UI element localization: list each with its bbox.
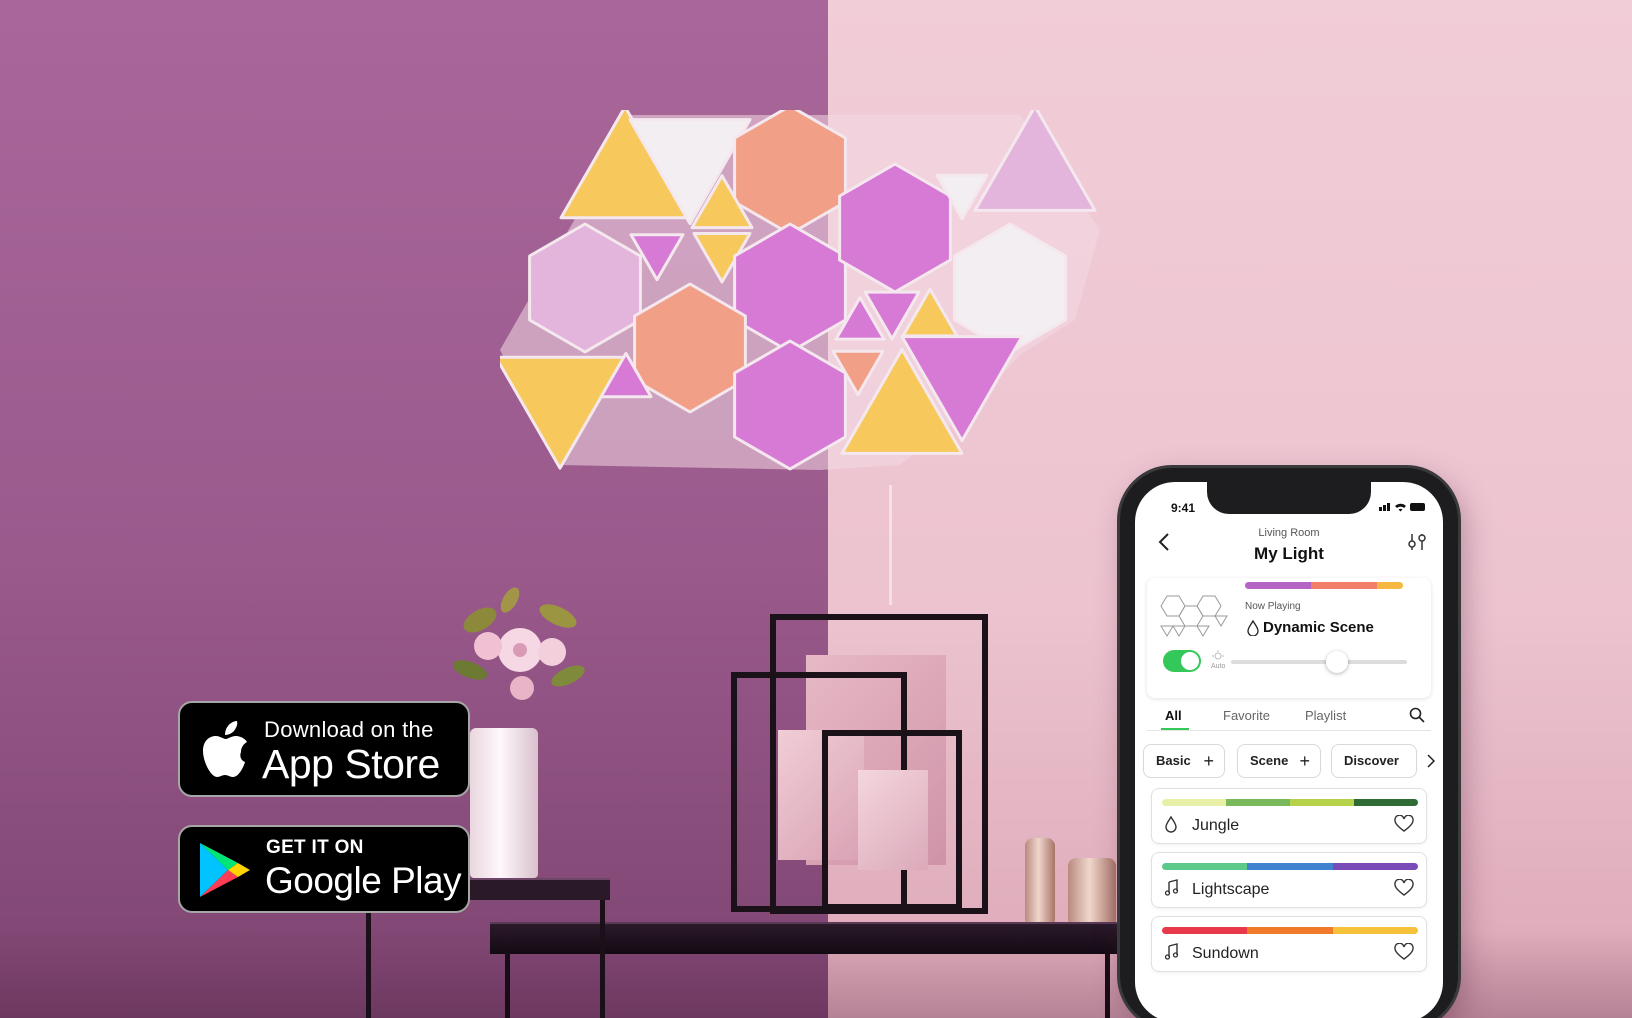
scene-card-sundown[interactable]: Sundown (1151, 916, 1427, 972)
apple-icon (203, 721, 247, 777)
tab-favorite[interactable]: Favorite (1223, 708, 1270, 723)
google-play-big-text: Google Play (265, 860, 462, 901)
table-leg (505, 950, 510, 1018)
scene-color-bar (1162, 863, 1418, 870)
room-name: Living Room (1258, 527, 1320, 539)
tab-playlist[interactable]: Playlist (1305, 708, 1346, 723)
auto-brightness-icon[interactable] (1211, 650, 1225, 660)
side-table-leg (600, 896, 605, 1018)
light-title: My Light (1254, 544, 1324, 563)
app-store-badge[interactable]: Download on the App Store (178, 701, 470, 797)
drop-icon (1165, 815, 1177, 833)
layout-thumbnail-icon (1160, 595, 1228, 637)
now-playing-scene: Dynamic Scene (1263, 619, 1374, 636)
toggle-knob (1181, 652, 1199, 670)
app-store-big-text: App Store (262, 741, 440, 787)
scene-card-jungle[interactable]: Jungle (1151, 788, 1427, 844)
music-note-icon (1164, 879, 1179, 896)
scene-card-lightscape[interactable]: Lightscape (1151, 852, 1427, 908)
app-store-small-text: Download on the (264, 717, 434, 742)
google-play-badge[interactable]: GET IT ON Google Play (178, 825, 470, 913)
scene-color-bar (1162, 927, 1418, 934)
filter-scene[interactable]: Scene + (1237, 744, 1321, 778)
music-note-icon (1164, 943, 1179, 960)
search-icon[interactable] (1409, 707, 1425, 723)
drop-icon (1247, 620, 1259, 636)
hero-banner: Download on the App Store GET IT ON Goog… (0, 0, 1632, 1018)
brightness-slider-knob[interactable] (1325, 651, 1348, 673)
tab-divider (1147, 730, 1431, 731)
status-time: 9:41 (1171, 501, 1196, 515)
filter-label: Discover (1344, 753, 1399, 768)
settings-sliders-icon[interactable] (1407, 532, 1427, 552)
art-print-leaf (858, 770, 928, 870)
plus-icon: + (1203, 751, 1214, 771)
filter-label: Scene (1250, 753, 1289, 768)
google-play-small-text: GET IT ON (266, 837, 364, 858)
phone-screen: 9:41 Living Room My Light Now Playing Dy… (1135, 482, 1443, 1018)
scene-name: Sundown (1192, 945, 1259, 962)
canister-tall (1025, 838, 1055, 924)
auto-label: Auto (1211, 663, 1226, 670)
scene-name: Jungle (1192, 817, 1240, 834)
table-leg (1105, 950, 1110, 1018)
chevron-right-icon[interactable] (1427, 754, 1435, 768)
plus-icon: + (1299, 751, 1310, 771)
filter-discover[interactable]: Discover (1331, 744, 1417, 778)
canister-short (1068, 858, 1116, 924)
scene-color-bar (1162, 799, 1418, 806)
console-table (490, 922, 1130, 954)
light-panels (500, 110, 1100, 471)
scene-name: Lightscape (1192, 881, 1270, 898)
heart-icon[interactable] (1394, 943, 1414, 961)
heart-icon[interactable] (1394, 815, 1414, 833)
now-playing-label: Now Playing (1245, 601, 1301, 612)
brightness-slider[interactable] (1231, 651, 1407, 673)
vase (470, 728, 538, 878)
now-playing-color-bar (1245, 582, 1403, 589)
filter-label: Basic (1156, 753, 1191, 768)
side-table-leg (366, 896, 371, 1018)
heart-icon[interactable] (1394, 879, 1414, 897)
tab-all[interactable]: All (1165, 708, 1182, 723)
power-cable (889, 485, 892, 605)
filter-basic[interactable]: Basic + (1143, 744, 1225, 778)
power-toggle[interactable] (1163, 650, 1201, 672)
phone-notch (1207, 482, 1371, 514)
status-icons (1379, 503, 1425, 512)
google-play-icon (200, 843, 250, 897)
